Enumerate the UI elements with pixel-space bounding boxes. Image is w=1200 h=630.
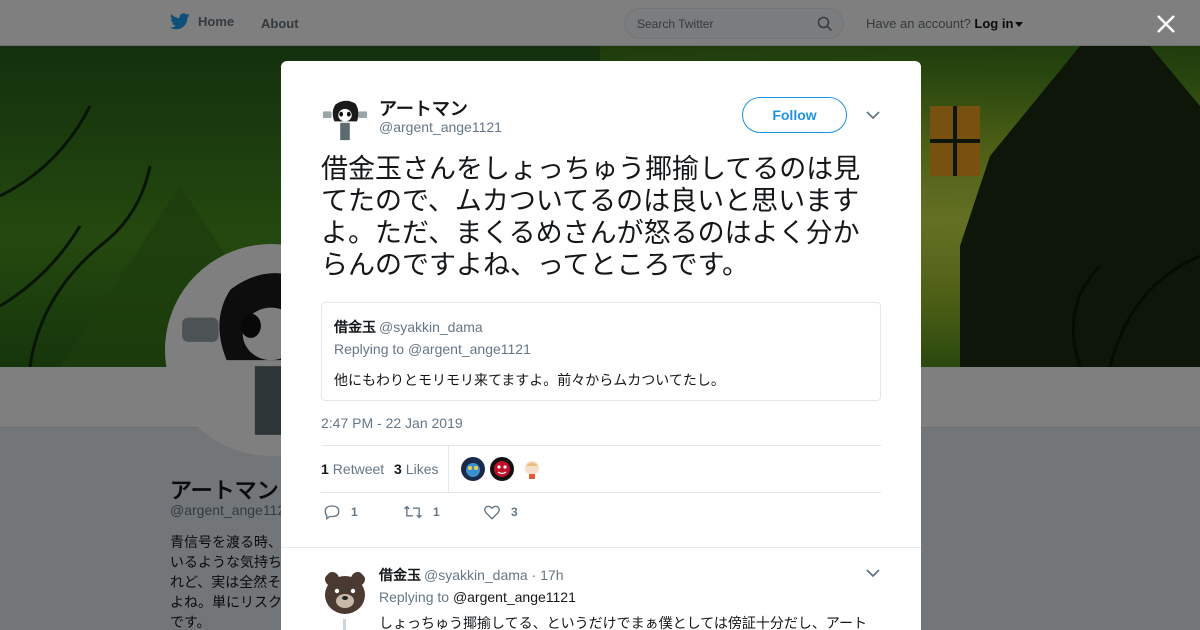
- reply-author-avatar[interactable]: [321, 567, 369, 615]
- reply-header: 借金玉 @syakkin_dama · 17h: [379, 565, 564, 585]
- quoted-replying-to: Replying to @argent_ange1121: [334, 341, 531, 357]
- reply-author-handle[interactable]: @syakkin_dama: [424, 567, 528, 583]
- retweet-button[interactable]: 1: [403, 503, 440, 521]
- likes-stat[interactable]: 3 Likes: [394, 461, 438, 477]
- quoted-replying-to-link[interactable]: @argent_ange1121: [408, 341, 531, 357]
- tweet-modal: アートマン @argent_ange1121 Follow 借金玉さんをしょっち…: [281, 61, 921, 630]
- reply-replying-to: Replying to @argent_ange1121: [379, 589, 576, 605]
- chevron-down-icon[interactable]: [866, 110, 880, 120]
- reply-time[interactable]: · 17h: [532, 567, 564, 583]
- retweet-icon: [404, 505, 422, 519]
- heart-icon: [484, 505, 500, 520]
- reply-count: 1: [351, 505, 358, 519]
- tweet-actions: 1 1 3: [321, 503, 881, 527]
- reply-icon: [324, 505, 340, 521]
- tweet-author-avatar[interactable]: [321, 95, 369, 143]
- tweet-author-handle[interactable]: @argent_ange1121: [379, 119, 502, 135]
- follow-button[interactable]: Follow: [742, 97, 847, 133]
- quoted-author-handle: @syakkin_dama: [379, 319, 483, 335]
- like-button[interactable]: 3: [483, 503, 518, 521]
- quoted-author: 借金玉 @syakkin_dama: [334, 317, 483, 337]
- close-icon[interactable]: [1154, 12, 1178, 36]
- retweet-stat[interactable]: 1 Retweet: [321, 461, 384, 477]
- tweet-timestamp[interactable]: 2:47 PM - 22 Jan 2019: [321, 415, 463, 431]
- reply-replying-to-link[interactable]: @argent_ange1121: [453, 589, 576, 605]
- tweet-author-name[interactable]: アートマン: [379, 95, 468, 121]
- reply-button[interactable]: 1: [323, 503, 358, 521]
- chevron-down-icon[interactable]: [866, 568, 880, 578]
- tweet-text: 借金玉さんをしょっちゅう揶揄してるのは見てたので、ムカついてるのは良いと思います…: [321, 154, 861, 280]
- retweet-count: 1: [433, 505, 440, 519]
- reply-author-name[interactable]: 借金玉: [379, 567, 421, 583]
- liker-avatar[interactable]: [461, 457, 485, 481]
- reply-text: しょっちゅう揶揄してる、というだけでまぁ僕としては傍証十分だし、アート: [379, 615, 868, 630]
- like-count: 3: [511, 505, 518, 519]
- thread-line: [343, 619, 346, 630]
- liker-avatar[interactable]: [490, 457, 514, 481]
- quoted-tweet-text: 他にもわりとモリモリ来てますよ。前々からムカついてたし。: [334, 372, 725, 388]
- quoted-tweet[interactable]: 借金玉 @syakkin_dama Replying to @argent_ang…: [321, 302, 881, 401]
- quoted-author-name: 借金玉: [334, 319, 376, 335]
- liker-avatar[interactable]: [520, 457, 544, 481]
- tweet-stats: 1 Retweet 3 Likes: [321, 445, 881, 493]
